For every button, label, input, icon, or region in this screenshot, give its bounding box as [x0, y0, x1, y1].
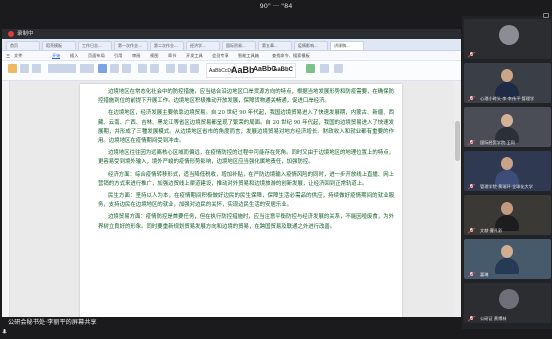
- numbered-list-icon[interactable]: [150, 64, 159, 73]
- avatar: [499, 289, 519, 309]
- participant-name: 国际经贸学院·王同: [480, 140, 515, 145]
- cut-icon[interactable]: [20, 64, 29, 73]
- align-right-icon[interactable]: [190, 64, 199, 73]
- participant-video: [501, 114, 513, 127]
- style-heading-1[interactable]: AaBb: [231, 65, 255, 75]
- vertical-scrollbar[interactable]: [454, 81, 461, 318]
- avatar: [499, 25, 519, 45]
- text-color-icon[interactable]: [306, 64, 315, 73]
- participant-name: 心理小砖头·李·李伟平·管理学: [480, 96, 535, 101]
- find-icon[interactable]: [320, 64, 329, 73]
- menu-reference[interactable]: 引用: [114, 53, 122, 59]
- menu-file[interactable]: 文件: [14, 53, 22, 59]
- doc-tab[interactable]: 第五章...: [258, 41, 292, 50]
- align-center-icon[interactable]: [178, 64, 187, 73]
- participant-tile[interactable]: 文献·曹凡彩: [464, 195, 551, 235]
- participant-tile[interactable]: 国际经贸学院·王同: [464, 107, 551, 147]
- mic-muted-icon: [467, 96, 476, 102]
- mic-muted-icon: [467, 184, 476, 190]
- ribbon-toolbar: AaBbCcDd AaBb AaBbC AaBbC: [2, 61, 461, 81]
- menu-search[interactable]: 查找命令、搜索模板: [272, 53, 310, 59]
- mic-muted-icon: [467, 316, 476, 322]
- doc-tab[interactable]: 工作日志...: [78, 41, 112, 50]
- menu-layout[interactable]: 页面布局: [88, 53, 105, 59]
- participant-video: [501, 202, 513, 215]
- doc-paragraph: 民生方面：坚持以人为本，在疫情期间积极做好边民的民生保障，保障生活必需品的供应，…: [98, 193, 394, 209]
- document-tab-bar: 首页 稻壳模板 工作日志... 第一次作业... 第二次作业... 经济学...…: [2, 39, 461, 51]
- document-page[interactable]: 边境地区在常态化社会中的防控措施，应当结合沿边地区口岸货源方向的特点，根据当地发…: [80, 84, 402, 318]
- participant-tile[interactable]: 嘉琳: [464, 239, 551, 279]
- meeting-screen: 90" ··· "84 录制中 首页 稻壳模板 工作日志... 第一次作业...…: [0, 0, 552, 334]
- recording-label: 录制中: [17, 31, 34, 37]
- participant-video: [501, 245, 513, 258]
- panel-header: [462, 12, 552, 18]
- menu-smart-tools[interactable]: 智能工具箱: [238, 53, 259, 59]
- font-family-select[interactable]: [48, 64, 76, 73]
- doc-tab[interactable]: 国际贸易...: [222, 41, 256, 50]
- doc-tab[interactable]: 第二次作业...: [150, 41, 184, 50]
- doc-paragraph: 在边境地区，经济发展主要依靠边境贸易。自 20 世纪 90 年代起，我国边境贸易…: [98, 110, 394, 145]
- doc-tab[interactable]: 经济学...: [186, 41, 220, 50]
- menu-icon[interactable]: 三: [6, 53, 10, 59]
- menu-bar: 三 文件 开始 插入 页面布局 引用 审阅 视图 章节 开发工具 会员专享 智能…: [2, 51, 461, 61]
- doc-tab[interactable]: 稻壳模板: [42, 41, 76, 50]
- recording-bar: 录制中: [2, 29, 461, 39]
- mic-muted-icon: [467, 272, 476, 278]
- paste-icon[interactable]: [8, 64, 17, 73]
- italic-icon[interactable]: [110, 64, 119, 73]
- bold-icon[interactable]: [98, 64, 107, 73]
- participant-tile[interactable]: [464, 19, 551, 59]
- style-heading-3[interactable]: AaBbC: [273, 67, 293, 73]
- doc-tab-active[interactable]: 讲课稿...: [330, 41, 364, 50]
- menu-home[interactable]: 开始: [52, 53, 61, 59]
- doc-paragraph: 边境地区在常态化社会中的防控措施，应当结合沿边地区口岸货源方向的特点，根据当地发…: [98, 89, 394, 105]
- align-left-icon[interactable]: [166, 64, 175, 73]
- meeting-title: 90" ··· "84: [259, 2, 293, 10]
- participant-tile[interactable]: 公研证 黄博林: [464, 283, 551, 323]
- doc-paragraph: 边境贸易方面：疫情防控是首要任务，但在执行防控措施时，应当注意平衡防控与经济发展…: [98, 214, 394, 230]
- doc-paragraph: 经济方面：综合疫情转移形式，适当降低税收，增加补贴，在严防边境输入疫情风险的同时…: [98, 171, 394, 187]
- menu-review[interactable]: 审阅: [132, 53, 140, 59]
- style-gallery[interactable]: AaBbCcDd AaBb AaBbC AaBbC: [206, 63, 296, 78]
- mic-muted-icon: [467, 228, 476, 234]
- menu-devtools[interactable]: 开发工具: [186, 53, 203, 59]
- recording-dot-icon: [8, 31, 14, 37]
- screen-share-label: 公研会秘书处·李丽平的屏幕共享: [8, 319, 97, 326]
- menu-insert[interactable]: 插入: [70, 53, 78, 59]
- participant-name: 文献·曹凡彩: [480, 228, 503, 233]
- speaker-bar: 公研会秘书处·李丽平的屏幕共享: [0, 317, 462, 334]
- select-icon[interactable]: [334, 64, 343, 73]
- participant-video: [501, 69, 513, 82]
- doc-tab[interactable]: 第一次作业...: [114, 41, 148, 50]
- menu-section[interactable]: 章节: [168, 53, 176, 59]
- scrollbar-thumb[interactable]: [455, 121, 460, 161]
- menu-view[interactable]: 视图: [150, 53, 158, 59]
- copy-icon[interactable]: [32, 64, 41, 73]
- bullet-list-icon[interactable]: [138, 64, 147, 73]
- participant-video: [501, 157, 513, 170]
- speaker-icon: [2, 320, 7, 334]
- vertical-ruler: [2, 81, 10, 318]
- participant-video: [495, 258, 519, 274]
- underline-icon[interactable]: [122, 64, 131, 73]
- participant-name: 嘉琳: [480, 272, 489, 277]
- font-size-select[interactable]: [80, 64, 94, 73]
- menu-member[interactable]: 会员专享: [212, 53, 229, 59]
- doc-tab[interactable]: 首页: [6, 41, 40, 50]
- doc-tab[interactable]: 疫情影响...: [294, 41, 328, 50]
- layout-toggle-icon[interactable]: [543, 13, 549, 18]
- participant-name: 公研证 黄博林: [480, 316, 507, 321]
- doc-paragraph: 边境地区往往因为远离核心区域而偏远，在疫情防控的过程中可能存在死角。同时又由于边…: [98, 150, 394, 166]
- mic-muted-icon: [467, 52, 476, 58]
- mic-muted-icon: [467, 140, 476, 146]
- participant-name: 管理学院·黄瑞环·全球化大学: [480, 184, 533, 189]
- participant-tile[interactable]: 心理小砖头·李·李伟平·管理学: [464, 63, 551, 103]
- participant-tile[interactable]: 管理学院·黄瑞环·全球化大学: [464, 151, 551, 191]
